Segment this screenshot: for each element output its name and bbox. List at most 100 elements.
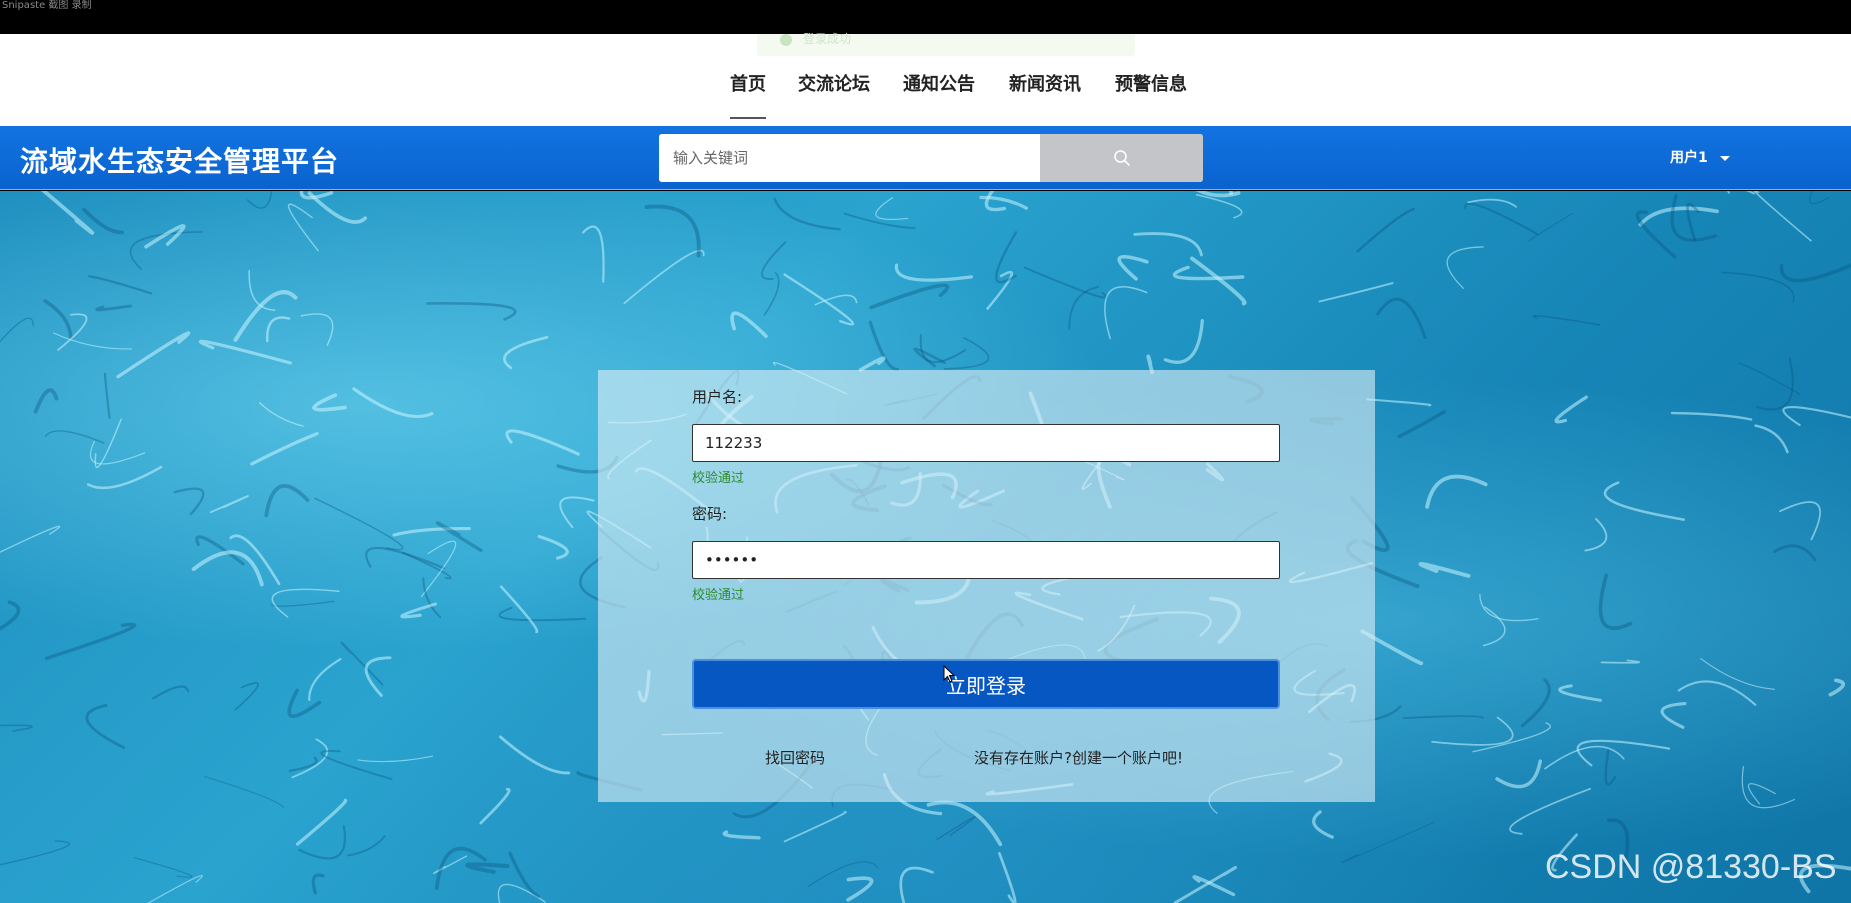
- water-ripple: [1464, 202, 1539, 236]
- password-field[interactable]: [692, 541, 1280, 579]
- water-ripple: [426, 301, 517, 321]
- top-bar-caption: Snipaste 截图 录制: [2, 0, 92, 11]
- water-ripple: [314, 497, 404, 551]
- water-ripple: [133, 857, 193, 878]
- water-ripple: [288, 756, 318, 772]
- water-ripple: [1117, 254, 1149, 281]
- water-ripple: [364, 656, 392, 697]
- water-ripple: [0, 525, 61, 553]
- water-ripple: [913, 347, 946, 368]
- water-ripple: [85, 703, 126, 749]
- water-ripple: [1558, 684, 1602, 702]
- water-ripple: [1312, 810, 1334, 839]
- water-ripple: [943, 337, 990, 370]
- water-ripple: [129, 231, 203, 270]
- nav-item-home[interactable]: 首页: [730, 70, 766, 119]
- water-ripple: [287, 203, 319, 252]
- login-button[interactable]: 立即登录: [692, 659, 1280, 709]
- water-ripple: [57, 313, 88, 351]
- water-ripple: [1741, 765, 1796, 809]
- water-ripple: [258, 401, 304, 427]
- nav-item-forum[interactable]: 交流论坛: [798, 70, 870, 96]
- water-ripple: [936, 815, 977, 841]
- water-ripple: [1782, 406, 1851, 427]
- water-ripple: [1670, 411, 1753, 421]
- water-ripple: [1163, 318, 1204, 364]
- water-ripple: [1356, 207, 1415, 253]
- user-menu[interactable]: 用户1: [1670, 147, 1730, 167]
- water-ripple: [1402, 715, 1484, 720]
- water-ripple: [1397, 410, 1446, 439]
- water-ripple: [1660, 702, 1687, 729]
- water-ripple: [730, 311, 768, 338]
- water-ripple: [191, 550, 264, 587]
- water-ripple: [291, 738, 329, 779]
- water-ripple: [1635, 210, 1677, 259]
- water-ripple: [1467, 198, 1518, 208]
- water-ripple: [498, 606, 587, 622]
- search-button[interactable]: [1040, 134, 1203, 182]
- water-ripple: [722, 830, 761, 840]
- nav-item-news[interactable]: 新闻资讯: [1009, 70, 1081, 96]
- water-ripple: [1190, 256, 1247, 306]
- search-icon: [1113, 150, 1130, 166]
- water-ripple: [116, 331, 191, 379]
- water-ripple: [250, 432, 319, 466]
- water-ripple: [1779, 501, 1821, 541]
- water-ripple: [1576, 739, 1671, 767]
- site-header: 流域水生态安全管理平台 用户1: [0, 126, 1851, 190]
- water-ripple: [0, 317, 34, 343]
- water-ripple: [1509, 787, 1592, 835]
- search-input[interactable]: [659, 134, 1040, 182]
- water-ripple: [761, 241, 787, 280]
- water-ripple: [497, 883, 546, 903]
- username-field[interactable]: [692, 424, 1280, 462]
- water-ripple: [1366, 398, 1432, 407]
- water-ripple: [1677, 680, 1757, 706]
- water-ripple: [311, 873, 325, 895]
- water-ripple: [198, 339, 293, 365]
- water-ripple: [479, 787, 511, 825]
- water-ripple: [1528, 212, 1574, 242]
- forgot-password-link[interactable]: 找回密码: [765, 747, 825, 768]
- water-ripple: [246, 191, 273, 209]
- water-ripple: [300, 313, 334, 346]
- nav-item-notices[interactable]: 通知公告: [903, 70, 975, 96]
- water-ripple: [1748, 783, 1776, 805]
- water-ripple: [644, 204, 701, 258]
- water-ripple: [152, 685, 190, 700]
- water-ripple: [1603, 481, 1685, 521]
- water-ripple: [1068, 286, 1100, 330]
- username-valid-message: 校验通过: [692, 471, 745, 486]
- register-link[interactable]: 没有存在账户?创建一个账户吧!: [974, 747, 1183, 768]
- water-ripple: [995, 231, 1018, 284]
- nav-item-alerts[interactable]: 预警信息: [1115, 70, 1187, 96]
- login-form: 用户名: 校验通过 密码: 校验通过 立即登录 找回密码 没有存在账户?创建一个…: [598, 370, 1375, 802]
- water-ripple: [1023, 266, 1108, 299]
- water-ripple: [1446, 246, 1484, 289]
- water-ripple: [1754, 424, 1789, 454]
- water-ripple: [1479, 593, 1539, 622]
- water-ripple: [559, 496, 595, 529]
- water-ripple: [1753, 191, 1812, 242]
- username-label: 用户名:: [692, 388, 743, 406]
- water-ripple: [271, 588, 340, 618]
- water-ripple: [44, 622, 137, 661]
- water-ripple: [899, 866, 934, 903]
- water-ripple: [1809, 191, 1830, 205]
- water-ripple: [1341, 821, 1435, 864]
- user-name: 用户1: [1670, 150, 1708, 166]
- water-ripple: [998, 852, 1017, 903]
- water-ripple: [773, 198, 841, 231]
- password-valid-message: 校验通过: [692, 588, 745, 603]
- water-ripple: [1598, 573, 1633, 630]
- water-ripple: [1431, 716, 1514, 746]
- water-ripple: [986, 270, 1013, 310]
- water-ripple: [1173, 866, 1237, 903]
- water-ripple: [1779, 263, 1851, 283]
- water-ripple: [858, 356, 886, 372]
- water-ripple: [1554, 395, 1588, 424]
- water-ripple: [1104, 286, 1148, 340]
- water-ripple: [808, 861, 879, 887]
- water-ripple: [308, 658, 342, 702]
